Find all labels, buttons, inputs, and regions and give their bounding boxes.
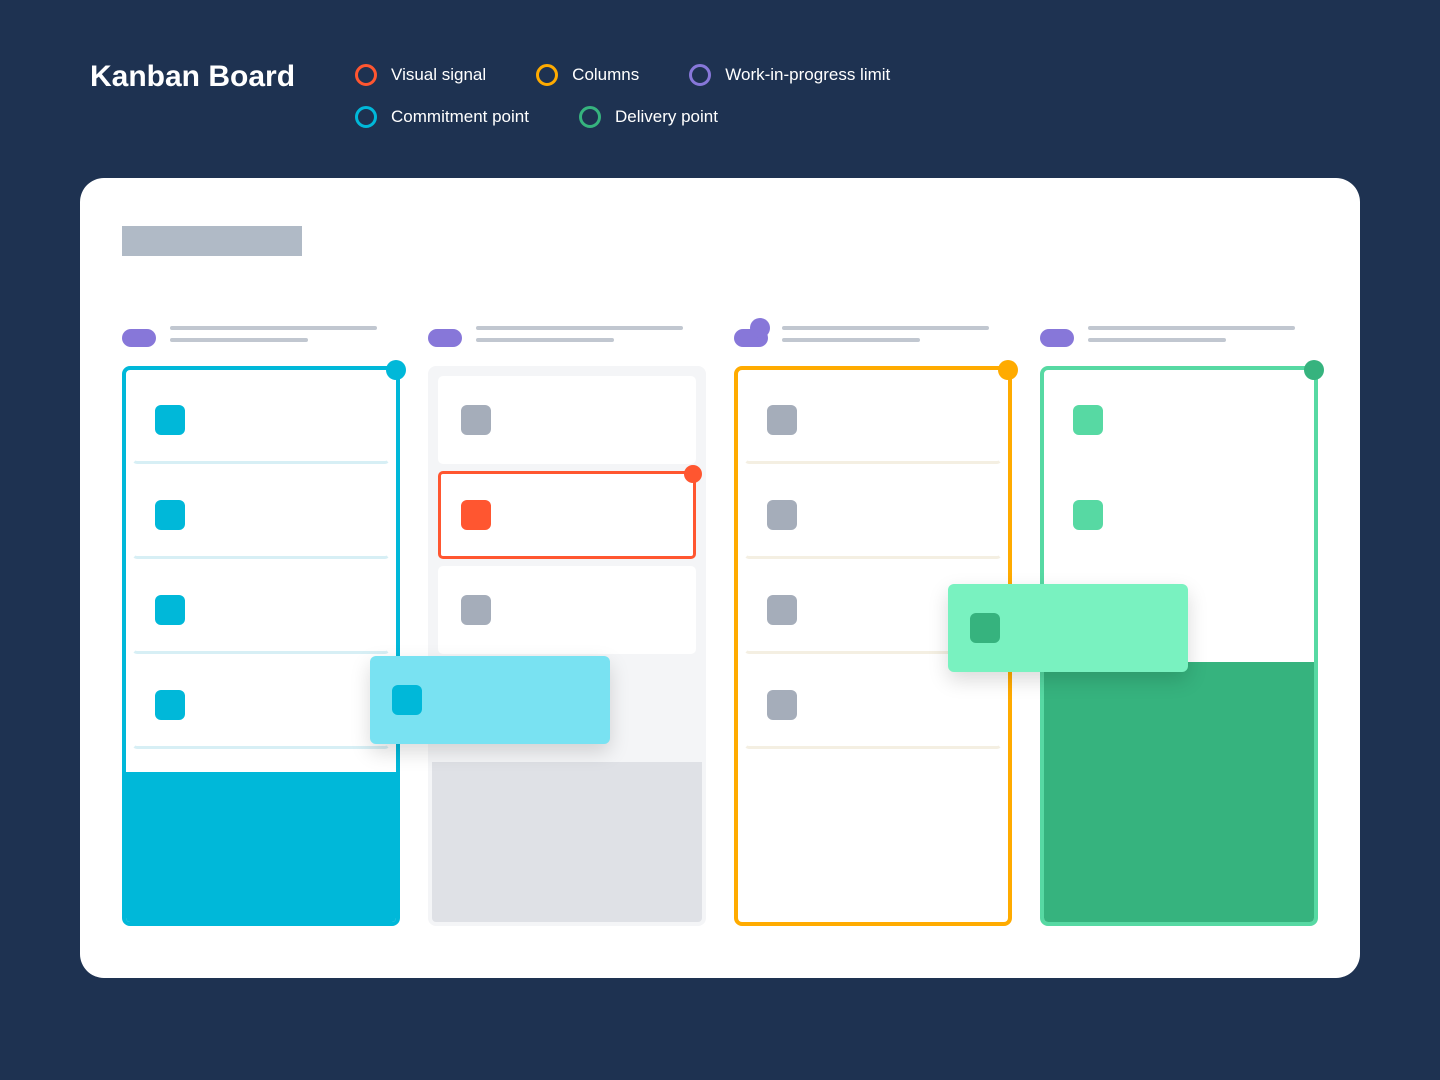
card-type-icon <box>461 500 491 530</box>
legend-label: Commitment point <box>391 107 529 127</box>
column-title-placeholder <box>476 326 706 350</box>
page-title: Kanban Board <box>90 60 295 94</box>
card-type-icon <box>155 500 185 530</box>
card-type-icon <box>461 595 491 625</box>
column-body[interactable] <box>428 366 706 926</box>
kanban-card[interactable] <box>744 376 1002 464</box>
column-header <box>1040 326 1318 350</box>
kanban-card-visual-signal[interactable] <box>438 471 696 559</box>
card-type-icon <box>155 595 185 625</box>
card-type-icon <box>155 405 185 435</box>
kanban-card[interactable] <box>132 661 390 749</box>
column-header <box>734 326 1012 350</box>
kanban-card[interactable] <box>1050 471 1308 559</box>
card-type-icon <box>970 613 1000 643</box>
columns-highlight-icon <box>998 360 1018 380</box>
kanban-card[interactable] <box>744 471 1002 559</box>
card-type-icon <box>461 405 491 435</box>
column-header <box>428 326 706 350</box>
legend-item-delivery: Delivery point <box>579 106 718 128</box>
columns-area <box>122 326 1318 926</box>
card-type-icon <box>767 690 797 720</box>
kanban-board <box>80 178 1360 978</box>
legend-item-columns: Columns <box>536 64 639 86</box>
wip-pill-icon <box>122 329 156 347</box>
visual-signal-icon <box>684 465 702 483</box>
kanban-card[interactable] <box>132 376 390 464</box>
kanban-card[interactable] <box>132 471 390 559</box>
commitment-point-icon <box>386 360 406 380</box>
legend-dot-icon <box>355 64 377 86</box>
card-type-icon <box>767 405 797 435</box>
column-footer-fill <box>126 772 396 922</box>
kanban-card[interactable] <box>744 661 1002 749</box>
legend-item-visual-signal: Visual signal <box>355 64 486 86</box>
legend-label: Work-in-progress limit <box>725 65 890 85</box>
card-type-icon <box>1073 500 1103 530</box>
column-in-progress <box>428 326 706 926</box>
kanban-card[interactable] <box>438 376 696 464</box>
dragging-card-commitment[interactable] <box>370 656 610 744</box>
kanban-card[interactable] <box>132 566 390 654</box>
legend-dot-icon <box>355 106 377 128</box>
column-header <box>122 326 400 350</box>
kanban-card[interactable] <box>438 566 696 654</box>
wip-pill-icon <box>428 329 462 347</box>
card-type-icon <box>1073 405 1103 435</box>
header: Kanban Board Visual signal Columns Work-… <box>0 0 1440 128</box>
legend-item-wip: Work-in-progress limit <box>689 64 890 86</box>
card-type-icon <box>392 685 422 715</box>
legend-label: Columns <box>572 65 639 85</box>
column-body[interactable] <box>122 366 400 926</box>
column-footer-fill <box>1044 662 1314 922</box>
legend-item-commitment: Commitment point <box>355 106 529 128</box>
board-title-placeholder <box>122 226 302 256</box>
delivery-point-icon <box>1304 360 1324 380</box>
legend: Visual signal Columns Work-in-progress l… <box>355 64 1075 128</box>
card-type-icon <box>767 595 797 625</box>
column-title-placeholder <box>170 326 400 350</box>
column-title-placeholder <box>1088 326 1318 350</box>
dragging-card-delivery[interactable] <box>948 584 1188 672</box>
legend-label: Delivery point <box>615 107 718 127</box>
legend-dot-icon <box>536 64 558 86</box>
legend-dot-icon <box>579 106 601 128</box>
legend-label: Visual signal <box>391 65 486 85</box>
legend-dot-icon <box>689 64 711 86</box>
wip-limit-icon <box>750 318 770 338</box>
column-footer-fill <box>432 762 702 922</box>
kanban-card[interactable] <box>1050 376 1308 464</box>
wip-pill-icon <box>1040 329 1074 347</box>
column-commitment <box>122 326 400 926</box>
column-title-placeholder <box>782 326 1012 350</box>
card-type-icon <box>767 500 797 530</box>
card-type-icon <box>155 690 185 720</box>
